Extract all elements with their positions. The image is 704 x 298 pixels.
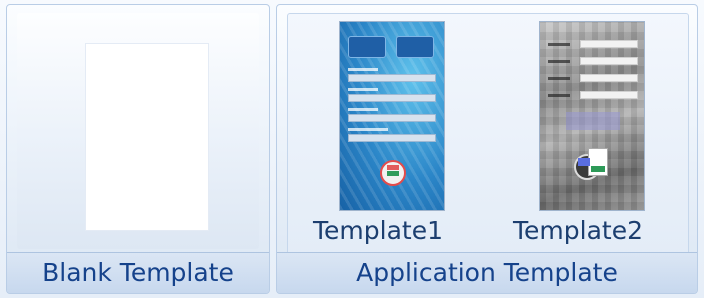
app-icon [380, 160, 406, 186]
thumbnail-field [580, 91, 638, 99]
template1-thumbnail [340, 22, 444, 210]
thumbnail-field [580, 57, 638, 65]
blank-template-group-label: Blank Template [7, 252, 269, 293]
app-icon-stripe [591, 166, 605, 172]
template2-thumbnail [540, 22, 644, 210]
template2-button[interactable]: Template2 [488, 14, 668, 256]
thumbnail-label [348, 128, 388, 131]
thumbnail-field [348, 74, 436, 82]
template1-button[interactable]: Template1 [288, 14, 468, 256]
blank-page-thumbnail [85, 43, 209, 231]
thumbnail-label [548, 43, 570, 46]
thumbnail-label [548, 94, 570, 97]
blank-template-button[interactable] [17, 13, 259, 249]
app-icon [574, 148, 614, 182]
application-template-group: Template1 Template2 Application Template [276, 4, 698, 294]
thumbnail-field [348, 114, 436, 122]
thumbnail-field [580, 74, 638, 82]
template2-label: Template2 [513, 216, 643, 245]
thumbnail-field [348, 94, 436, 102]
thumbnail-label [348, 108, 378, 111]
blank-template-group: Blank Template [6, 4, 270, 294]
thumbnail-button [396, 36, 434, 58]
thumbnail-button [348, 36, 386, 58]
thumbnail-banner [566, 112, 620, 130]
thumbnail-field [348, 134, 436, 142]
thumbnail-label [548, 60, 570, 63]
application-template-gallery: Template1 Template2 [287, 13, 689, 257]
thumbnail-label [548, 77, 570, 80]
thumbnail-label [348, 68, 378, 71]
template-ribbon: Blank Template Template1 Template2 Appli… [0, 0, 704, 298]
thumbnail-field [580, 40, 638, 48]
app-icon-flag [578, 158, 590, 166]
application-template-group-label: Application Template [277, 252, 697, 293]
thumbnail-label [348, 88, 378, 91]
template1-label: Template1 [313, 216, 443, 245]
